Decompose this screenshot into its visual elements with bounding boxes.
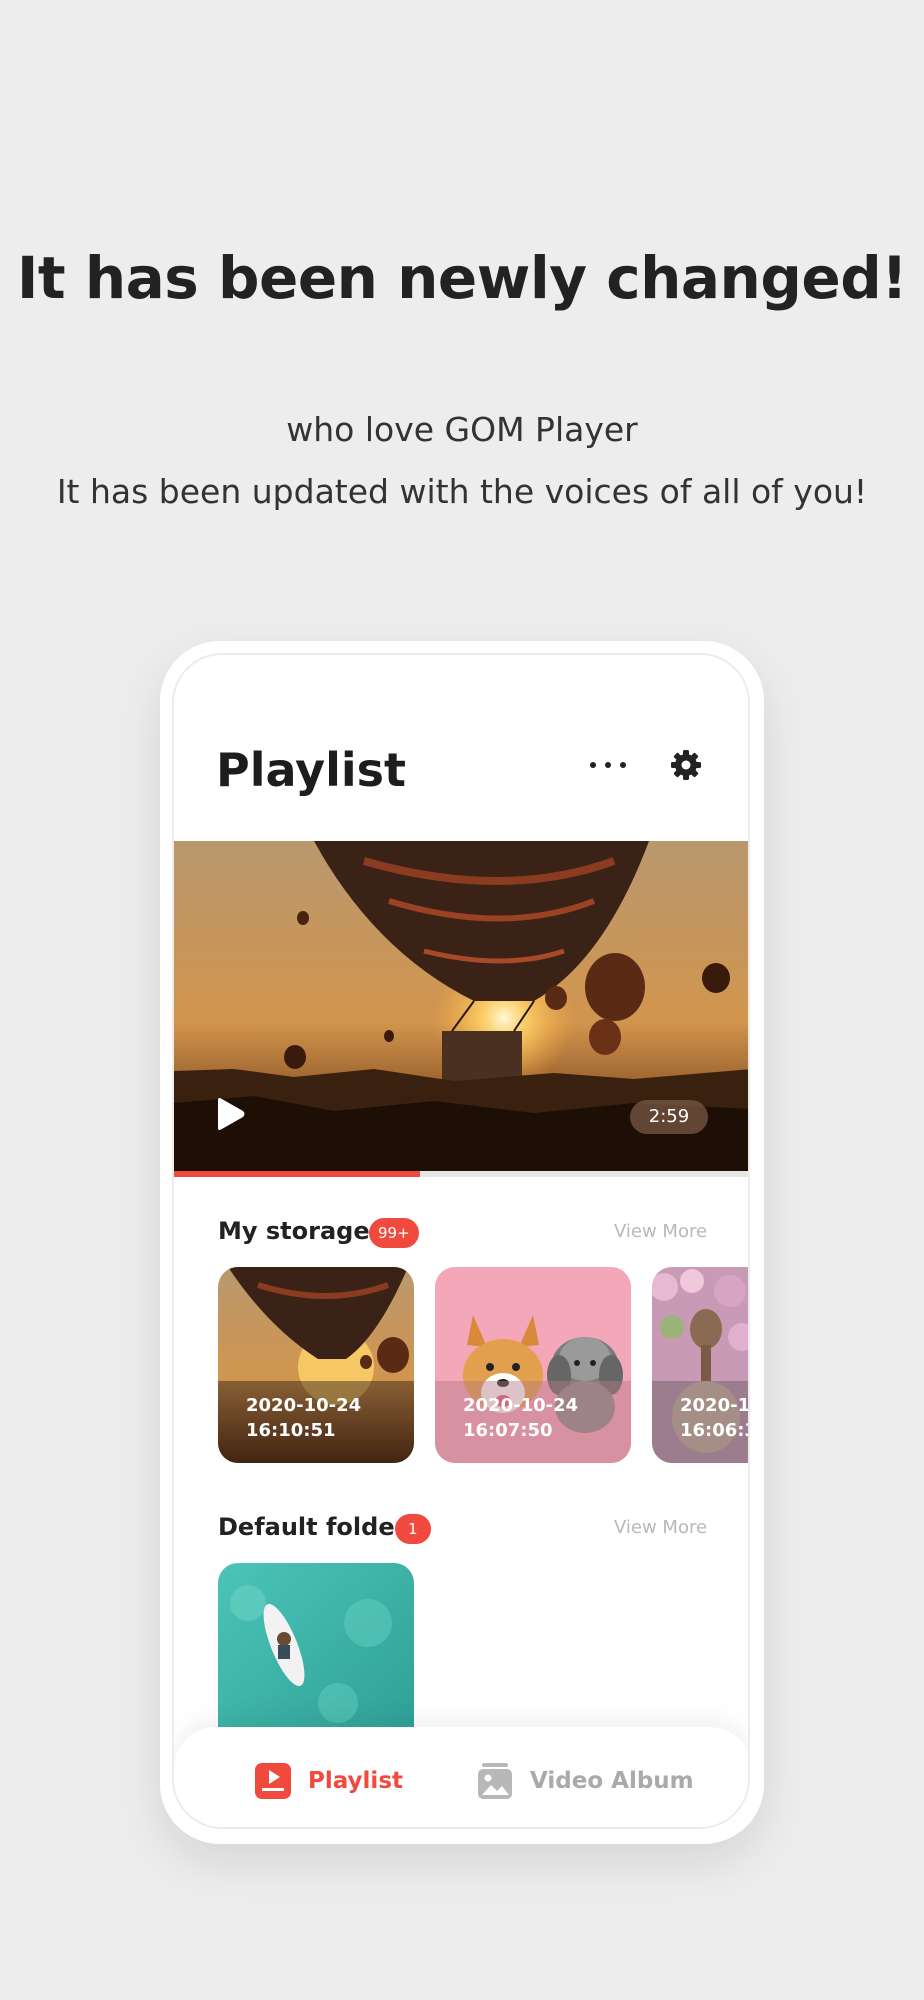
play-icon[interactable] <box>214 1097 246 1131</box>
phone-mockup: Playlist 2:59 My storage 99+ View More 2… <box>160 641 764 1844</box>
video-progress-bar[interactable] <box>174 1171 748 1177</box>
folder-section-title: Default folder <box>218 1513 407 1541</box>
promo-page: It has been newly changed! who love GOM … <box>0 0 924 2000</box>
nav-album-label: Video Album <box>530 1768 694 1794</box>
storage-thumbnail[interactable]: 2020-10-24 16:10:51 <box>218 1267 414 1463</box>
thumbnail-date: 2020-10-24 <box>463 1395 579 1416</box>
storage-section-title: My storage <box>218 1217 370 1245</box>
featured-video[interactable]: 2:59 <box>174 841 748 1171</box>
nav-tab-playlist[interactable]: Playlist <box>254 1761 403 1801</box>
playlist-icon <box>255 1763 291 1799</box>
gear-icon[interactable] <box>668 747 704 783</box>
thumbnail-time: 16:07:50 <box>463 1420 553 1441</box>
nav-tab-video-album[interactable]: Video Album <box>476 1761 694 1801</box>
bottom-navigation: Playlist Video Album <box>174 1727 748 1827</box>
nav-playlist-label: Playlist <box>308 1768 403 1794</box>
video-album-icon <box>478 1763 512 1799</box>
thumbnail-date: 2020-10-24 <box>680 1395 750 1416</box>
folder-count-badge: 1 <box>395 1514 431 1544</box>
promo-subline-2: It has been updated with the voices of a… <box>56 472 868 511</box>
folder-thumbnail[interactable] <box>218 1563 414 1743</box>
storage-view-more-link[interactable]: View More <box>614 1221 714 1242</box>
paddleboard-thumbnail-image <box>218 1563 414 1743</box>
ellipsis-icon[interactable] <box>586 750 630 780</box>
folder-view-more-link[interactable]: View More <box>614 1517 714 1538</box>
video-progress-fill <box>174 1171 421 1177</box>
promo-subline-1: who love GOM Player <box>286 410 638 449</box>
storage-count-badge: 99+ <box>369 1218 419 1248</box>
page-title: Playlist <box>216 743 406 797</box>
app-screen: Playlist 2:59 My storage 99+ View More 2… <box>172 653 750 1829</box>
video-duration: 2:59 <box>630 1100 708 1134</box>
storage-thumbnail[interactable]: 2020-10-24 16:07:50 <box>435 1267 631 1463</box>
promo-headline: It has been newly changed! <box>16 244 908 312</box>
thumbnail-time: 16:06:3 <box>680 1420 750 1441</box>
storage-thumbnail[interactable]: 2020-10-24 16:06:3 <box>652 1267 750 1463</box>
thumbnail-time: 16:10:51 <box>246 1420 336 1441</box>
thumbnail-date: 2020-10-24 <box>246 1395 362 1416</box>
